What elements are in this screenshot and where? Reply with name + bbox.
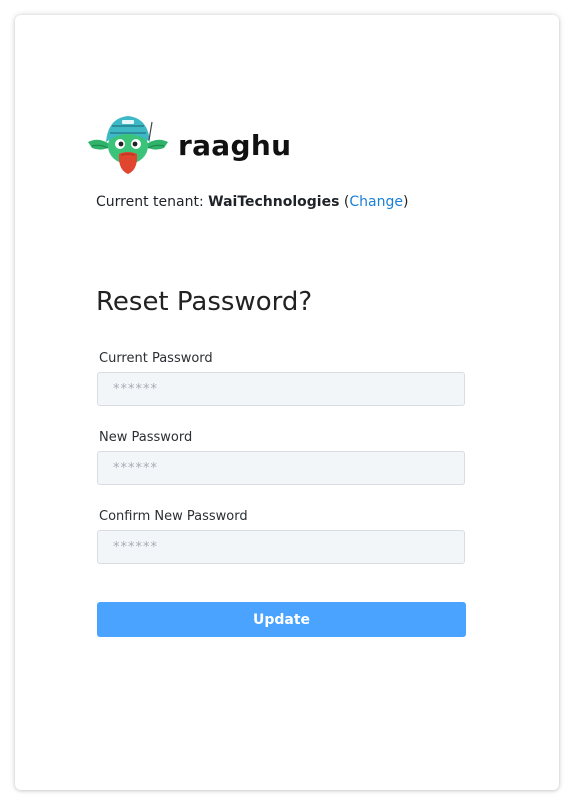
confirm-password-label: Confirm New Password	[99, 509, 248, 524]
login-card: raaghu Current tenant: WaiTechnologies (…	[15, 15, 559, 790]
current-password-label: Current Password	[99, 351, 213, 366]
tenant-close-paren: )	[402, 194, 409, 210]
current-tenant: Current tenant: WaiTechnologies (Change)	[96, 194, 408, 210]
confirm-password-field[interactable]	[97, 530, 465, 564]
change-tenant-link[interactable]: Change	[349, 194, 403, 210]
tenant-name: WaiTechnologies	[208, 194, 340, 210]
new-password-label: New Password	[99, 430, 193, 445]
current-password-field[interactable]	[97, 372, 465, 406]
page-title: Reset Password?	[96, 287, 313, 317]
tenant-prefix: Current tenant:	[96, 194, 209, 210]
brand: raaghu	[86, 107, 291, 183]
tenant-open-paren: (	[339, 194, 350, 210]
parrot-mascot-icon	[88, 116, 168, 174]
brand-name: raaghu	[178, 128, 292, 162]
new-password-field[interactable]	[97, 451, 465, 485]
update-button[interactable]: Update	[97, 602, 466, 637]
